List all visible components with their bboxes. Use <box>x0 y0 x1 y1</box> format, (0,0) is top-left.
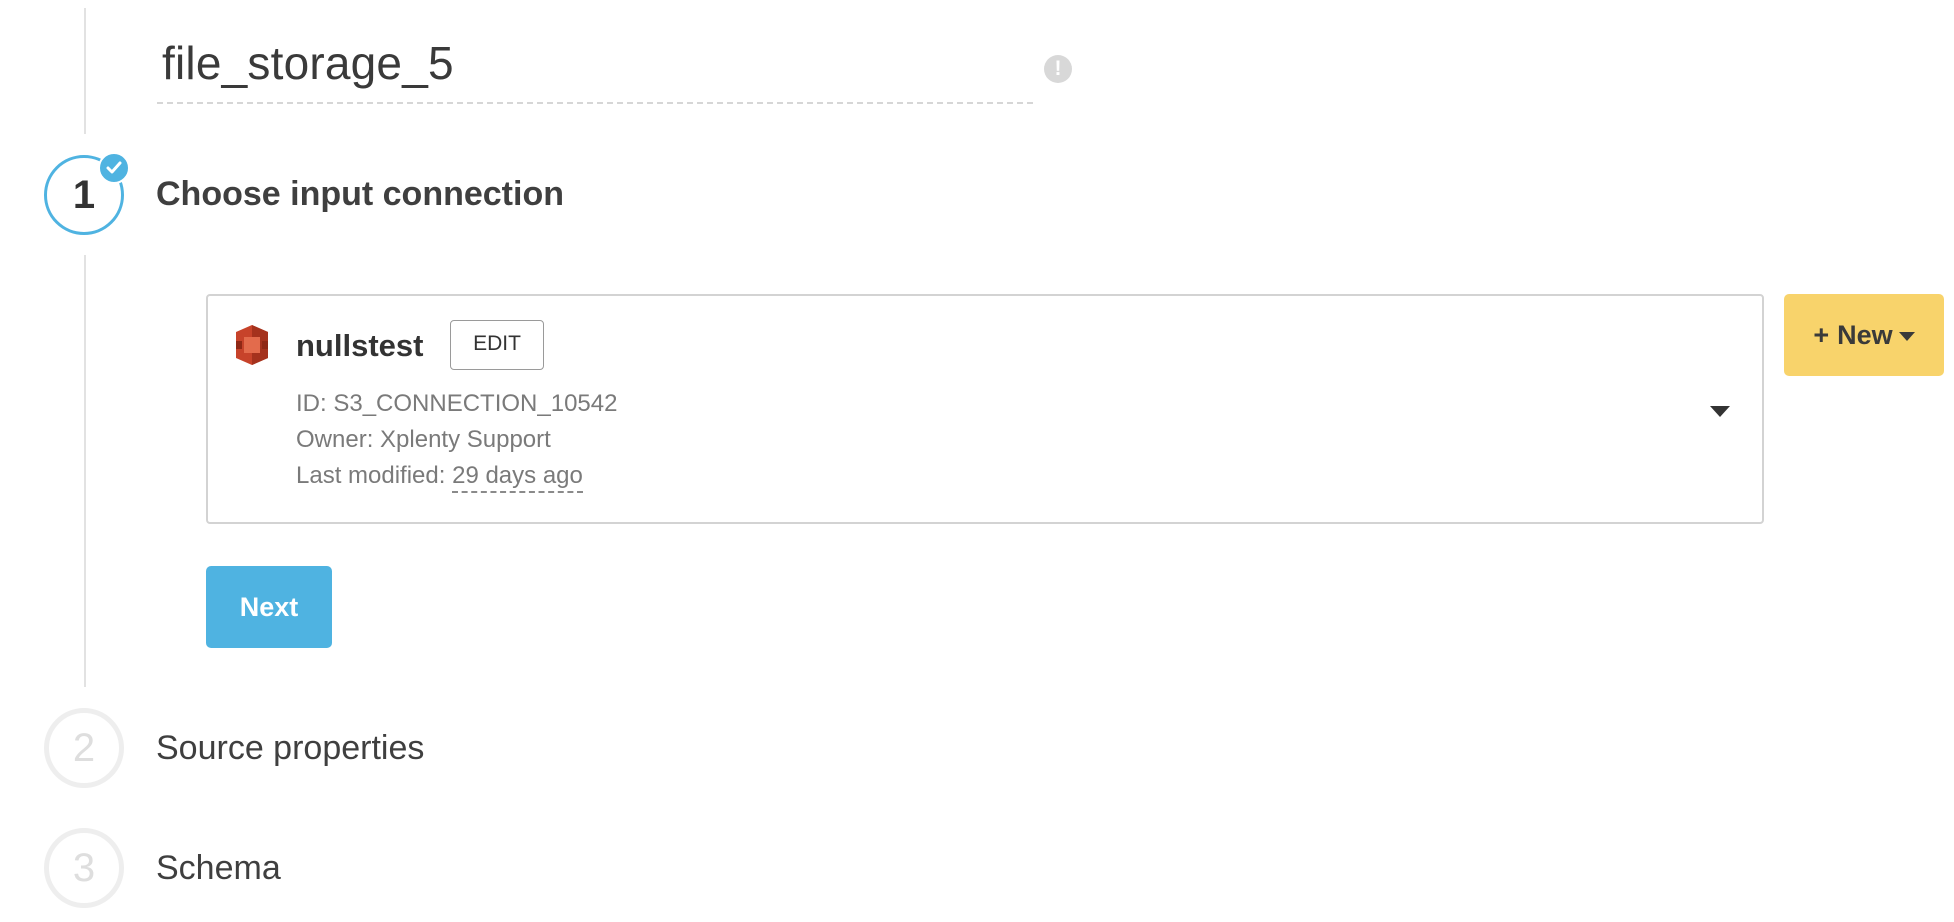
checkmark-icon <box>98 152 130 184</box>
step-2-title[interactable]: Source properties <box>156 729 424 768</box>
step-2-circle: 2 <box>44 708 124 788</box>
connection-name: nullstest <box>296 328 424 363</box>
edit-connection-button[interactable]: EDIT <box>450 320 544 370</box>
caret-down-icon <box>1898 332 1915 342</box>
connection-owner: Owner: Xplenty Support <box>296 426 551 454</box>
plus-icon: + <box>1813 320 1830 350</box>
stepper-line-top <box>84 8 86 134</box>
aws-s3-icon <box>232 323 272 367</box>
step-1-number: 1 <box>72 173 96 217</box>
connection-modified-label: Last modified: <box>296 462 453 489</box>
step-3-title[interactable]: Schema <box>156 849 281 888</box>
step-1-title[interactable]: Choose input connection <box>156 175 564 214</box>
connection-id-label: ID: <box>296 390 334 417</box>
step-3-circle: 3 <box>44 828 124 908</box>
package-name-field[interactable]: file_storage_5 <box>157 32 1033 104</box>
stepper-line-step-1 <box>84 255 86 687</box>
connection-owner-value: Xplenty Support <box>380 426 551 453</box>
step-3-number: 3 <box>72 846 96 890</box>
connection-id-value: S3_CONNECTION_10542 <box>333 390 618 417</box>
chevron-down-icon[interactable] <box>1710 406 1730 417</box>
connection-id: ID: S3_CONNECTION_10542 <box>296 390 617 418</box>
connection-last-modified: Last modified: 29 days ago <box>296 462 583 493</box>
connection-selector[interactable]: nullstest EDIT ID: S3_CONNECTION_10542 O… <box>206 294 1764 524</box>
new-connection-button[interactable]: + New <box>1784 294 1944 376</box>
connection-modified-value: 29 days ago <box>452 462 583 493</box>
new-connection-label: New <box>1837 320 1893 350</box>
connection-owner-label: Owner: <box>296 426 381 453</box>
exclamation-icon[interactable]: ! <box>1044 55 1072 83</box>
next-button[interactable]: Next <box>206 566 332 648</box>
step-2-number: 2 <box>72 726 96 770</box>
package-name[interactable]: file_storage_5 <box>162 36 454 90</box>
